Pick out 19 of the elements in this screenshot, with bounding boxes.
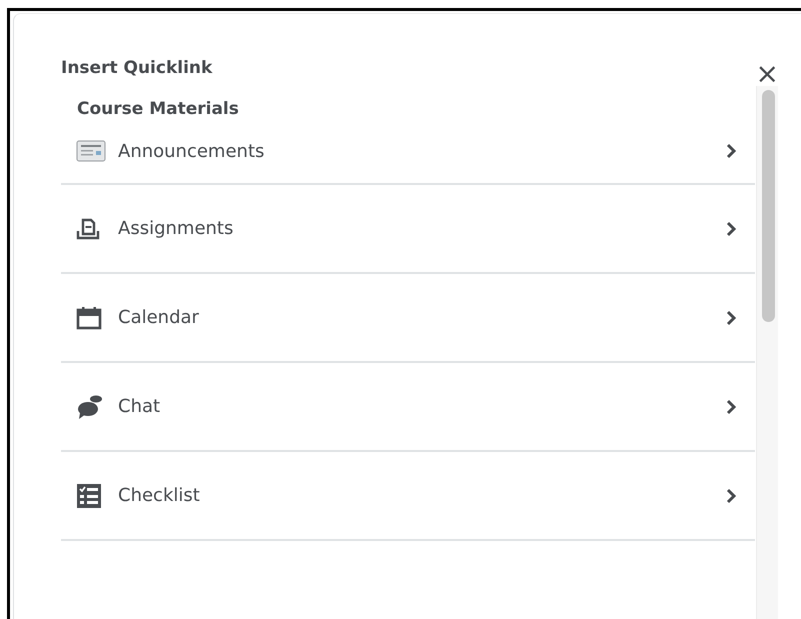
chevron-right-icon bbox=[725, 143, 737, 159]
quicklink-item[interactable]: Assignments bbox=[61, 185, 755, 274]
chevron-right-icon bbox=[725, 220, 737, 236]
chevron-right-icon bbox=[725, 310, 737, 326]
scrollbar[interactable] bbox=[756, 86, 778, 619]
quicklink-item[interactable]: Calendar bbox=[61, 274, 755, 363]
newspaper-icon bbox=[76, 140, 106, 162]
quicklink-item[interactable]: Announcements bbox=[61, 119, 755, 185]
section-heading: Course Materials bbox=[77, 99, 239, 119]
chevron-right-icon bbox=[725, 488, 737, 504]
quicklink-item[interactable]: Checklist bbox=[61, 452, 755, 541]
chevron-right-icon bbox=[725, 398, 737, 414]
quicklink-item[interactable]: Chat bbox=[61, 363, 755, 452]
calendar-icon bbox=[76, 306, 102, 330]
chat-bubbles-icon bbox=[76, 394, 104, 420]
dialog-title: Insert Quicklink bbox=[61, 58, 212, 78]
document-tray-icon bbox=[76, 218, 100, 240]
checklist-icon bbox=[76, 482, 102, 508]
close-button[interactable]: × bbox=[756, 62, 779, 86]
